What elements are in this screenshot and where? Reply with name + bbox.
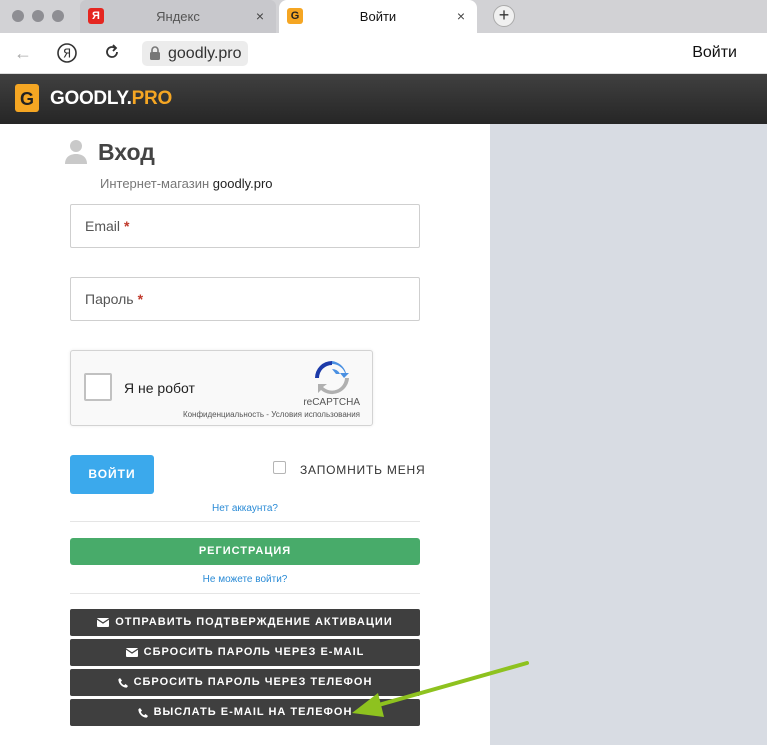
address-bar: ← Я goodly.pro Войти — [0, 33, 767, 74]
user-icon — [65, 140, 87, 164]
goodly-logo-icon[interactable]: G — [15, 84, 39, 112]
password-placeholder: Пароль — [85, 291, 134, 307]
recaptcha-checkbox[interactable] — [84, 373, 112, 401]
register-button[interactable]: РЕГИСТРАЦИЯ — [70, 538, 420, 565]
site-logo[interactable]: GOODLY.PRO — [50, 88, 172, 110]
envelope-icon — [125, 648, 138, 657]
tab-close-icon[interactable]: × — [453, 8, 469, 24]
site-header: G GOODLY.PRO — [0, 74, 767, 124]
send-email-to-phone-button[interactable]: ВЫСЛАТЬ E-MAIL НА ТЕЛЕФОН — [70, 699, 420, 726]
recaptcha-legal-links[interactable]: Конфиденциальность - Условия использован… — [183, 410, 360, 419]
required-mark: * — [124, 218, 130, 234]
tab-yandex[interactable]: Я Яндекс × — [80, 0, 276, 33]
no-account-link[interactable]: Нет аккаунта? — [70, 503, 420, 514]
phone-icon — [137, 707, 148, 718]
email-field[interactable]: Email * — [70, 204, 420, 248]
logo-accent-text: PRO — [131, 88, 173, 109]
tab-title: Яндекс — [156, 9, 200, 24]
logo-main-text: GOODLY. — [50, 88, 132, 109]
toolbar-login-link[interactable]: Войти — [692, 44, 737, 62]
divider — [70, 593, 420, 594]
send-activation-button[interactable]: ОТПРАВИТЬ ПОДТВЕРЖДЕНИЕ АКТИВАЦИИ — [70, 609, 420, 636]
subtitle-prefix: Интернет-магазин — [100, 176, 210, 191]
lock-icon — [150, 46, 160, 60]
login-button[interactable]: ВОЙТИ — [70, 455, 154, 494]
button-label: ОТПРАВИТЬ ПОДТВЕРЖДЕНИЕ АКТИВАЦИИ — [115, 616, 393, 628]
window-close-dot[interactable] — [12, 10, 24, 22]
tab-login[interactable]: G Войти × — [279, 0, 477, 33]
email-placeholder: Email — [85, 218, 121, 234]
divider — [70, 521, 420, 522]
url-field[interactable]: goodly.pro — [142, 41, 248, 66]
recaptcha-widget: Я не робот reCAPTCHA Конфиденциальность … — [70, 350, 373, 426]
recaptcha-logo-icon — [315, 361, 349, 395]
required-mark: * — [137, 291, 144, 307]
svg-text:Я: Я — [63, 47, 71, 61]
button-label: СБРОСИТЬ ПАРОЛЬ ЧЕРЕЗ ТЕЛЕФОН — [133, 676, 373, 688]
tab-close-icon[interactable]: × — [252, 8, 268, 24]
password-field[interactable]: Пароль * — [70, 277, 420, 321]
remember-me-checkbox[interactable] — [273, 461, 286, 474]
reload-icon[interactable] — [101, 42, 123, 64]
subtitle-shop: goodly.pro — [212, 176, 273, 191]
window-minimize-dot[interactable] — [32, 10, 44, 22]
cant-login-link[interactable]: Не можете войти? — [70, 574, 420, 585]
page-title: Вход — [98, 139, 155, 165]
tab-title: Войти — [359, 9, 397, 24]
recaptcha-label: Я не робот — [124, 380, 195, 396]
button-label: СБРОСИТЬ ПАРОЛЬ ЧЕРЕЗ E-MAIL — [143, 646, 365, 658]
window-zoom-dot[interactable] — [52, 10, 64, 22]
reset-password-phone-button[interactable]: СБРОСИТЬ ПАРОЛЬ ЧЕРЕЗ ТЕЛЕФОН — [70, 669, 420, 696]
recaptcha-brand: reCAPTCHA — [303, 397, 360, 408]
remember-me-label[interactable]: ЗАПОМНИТЬ МЕНЯ — [300, 463, 425, 477]
phone-icon — [117, 677, 128, 688]
browser-tab-bar: Я Яндекс × G Войти × + — [0, 0, 767, 33]
side-panel — [490, 124, 767, 745]
button-label: ВЫСЛАТЬ E-MAIL НА ТЕЛЕФОН — [153, 706, 353, 718]
url-text: goodly.pro — [168, 45, 242, 62]
reset-password-email-button[interactable]: СБРОСИТЬ ПАРОЛЬ ЧЕРЕЗ E-MAIL — [70, 639, 420, 666]
envelope-icon — [97, 618, 110, 627]
yandex-button-icon[interactable]: Я — [56, 42, 78, 64]
new-tab-button[interactable]: + — [493, 5, 515, 27]
page-subtitle: Интернет-магазин goodly.pro — [100, 176, 273, 191]
back-arrow-icon[interactable]: ← — [12, 42, 34, 64]
